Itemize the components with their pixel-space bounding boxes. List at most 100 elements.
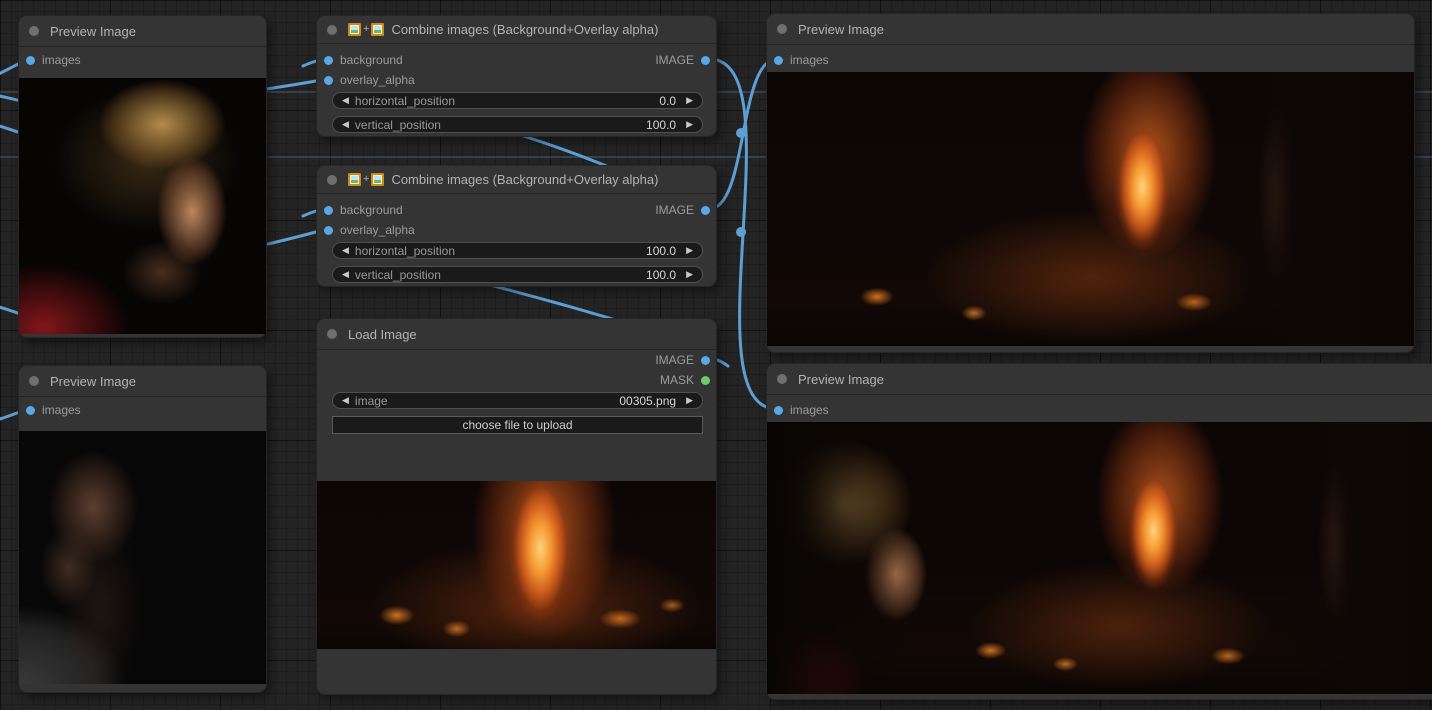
widget-label: image <box>355 394 619 408</box>
decrement-arrow-icon[interactable]: ◀ <box>342 120 349 129</box>
widget-value: 100.0 <box>646 268 676 282</box>
node-status-dot-icon <box>327 25 337 35</box>
input-slot-background: background <box>324 203 403 217</box>
output-slot-dot-icon[interactable] <box>701 56 710 65</box>
node-title: Load Image <box>348 327 417 342</box>
plus-sign: + <box>363 24 369 35</box>
widget-value: 100.0 <box>646 244 676 258</box>
node-title: Preview Image <box>50 374 136 389</box>
node-header[interactable]: Preview Image <box>767 364 1432 395</box>
input-slot-overlay-alpha: overlay_alpha <box>324 223 415 237</box>
input-slot-dot-icon[interactable] <box>324 206 333 215</box>
node-preview-image-bottom-right[interactable]: Preview Image images <box>766 363 1432 700</box>
output-slot-dot-icon[interactable] <box>701 206 710 215</box>
input-slot-images: images <box>774 53 829 67</box>
node-header[interactable]: Preview Image <box>19 16 266 47</box>
output-slot-image: IMAGE <box>655 353 710 367</box>
decrement-arrow-icon[interactable]: ◀ <box>342 270 349 279</box>
node-combine-images-bottom[interactable]: + Combine images (Background+Overlay alp… <box>316 165 717 287</box>
output-slot-mask: MASK <box>660 373 710 387</box>
node-title: Preview Image <box>798 22 884 37</box>
widget-label: vertical_position <box>355 268 646 282</box>
output-slot-dot-icon[interactable] <box>701 356 710 365</box>
widget-value: 00305.png <box>619 394 676 408</box>
link-midpoint-dot <box>736 227 746 237</box>
node-header[interactable]: + Combine images (Background+Overlay alp… <box>317 16 716 44</box>
widget-horizontal-position[interactable]: ◀ horizontal_position 0.0 ▶ <box>332 92 703 109</box>
increment-arrow-icon[interactable]: ▶ <box>686 246 693 255</box>
output-slot-label: IMAGE <box>655 353 694 367</box>
widget-vertical-position[interactable]: ◀ vertical_position 100.0 ▶ <box>332 266 703 283</box>
preview-image-bearded-profile[interactable] <box>19 431 266 684</box>
node-title: Preview Image <box>798 372 884 387</box>
node-preview-image-top-left[interactable]: Preview Image images <box>18 15 267 338</box>
widget-horizontal-position[interactable]: ◀ horizontal_position 100.0 ▶ <box>332 242 703 259</box>
picture-icon <box>348 23 361 36</box>
input-slot-label: images <box>42 53 81 67</box>
input-slot-label: images <box>42 403 81 417</box>
decrement-arrow-icon[interactable]: ◀ <box>342 96 349 105</box>
widget-label: vertical_position <box>355 118 646 132</box>
input-slot-background: background <box>324 53 403 67</box>
input-slot-images: images <box>26 53 81 67</box>
picture-plus-picture-icon: + <box>348 23 384 36</box>
load-image-preview-burning-city[interactable] <box>317 481 716 649</box>
node-status-dot-icon <box>777 374 787 384</box>
node-header[interactable]: Preview Image <box>19 366 266 397</box>
input-slot-dot-icon[interactable] <box>324 76 333 85</box>
link-midpoint-dot <box>736 128 746 138</box>
input-slot-dot-icon[interactable] <box>26 406 35 415</box>
input-slot-dot-icon[interactable] <box>774 56 783 65</box>
node-header[interactable]: Preview Image <box>767 14 1414 45</box>
input-slot-label: background <box>340 203 403 217</box>
choose-file-to-upload-button[interactable]: choose file to upload <box>332 416 703 434</box>
plus-sign: + <box>363 174 369 185</box>
next-arrow-icon[interactable]: ▶ <box>686 396 693 405</box>
input-slot-dot-icon[interactable] <box>774 406 783 415</box>
node-preview-image-top-right[interactable]: Preview Image images <box>766 13 1415 353</box>
node-combine-images-top[interactable]: + Combine images (Background+Overlay alp… <box>316 15 717 137</box>
output-slot-dot-icon[interactable] <box>701 376 710 385</box>
widget-image-filename[interactable]: ◀ image 00305.png ▶ <box>332 392 703 409</box>
increment-arrow-icon[interactable]: ▶ <box>686 96 693 105</box>
output-slot-label: IMAGE <box>655 53 694 67</box>
input-slot-label: images <box>790 403 829 417</box>
preview-image-composite[interactable] <box>767 422 1432 694</box>
node-status-dot-icon <box>327 329 337 339</box>
input-slot-label: background <box>340 53 403 67</box>
node-status-dot-icon <box>29 376 39 386</box>
input-slot-dot-icon[interactable] <box>26 56 35 65</box>
node-status-dot-icon <box>777 24 787 34</box>
previous-arrow-icon[interactable]: ◀ <box>342 396 349 405</box>
widget-label: horizontal_position <box>355 244 646 258</box>
increment-arrow-icon[interactable]: ▶ <box>686 270 693 279</box>
widget-value: 100.0 <box>646 118 676 132</box>
output-slot-image: IMAGE <box>655 53 710 67</box>
node-load-image[interactable]: Load Image IMAGE MASK ◀ image 00305.png … <box>316 318 717 695</box>
increment-arrow-icon[interactable]: ▶ <box>686 120 693 129</box>
decrement-arrow-icon[interactable]: ◀ <box>342 246 349 255</box>
input-slot-overlay-alpha: overlay_alpha <box>324 73 415 87</box>
preview-image-roman-helmet[interactable] <box>19 78 266 334</box>
picture-icon <box>348 173 361 186</box>
input-slot-label: images <box>790 53 829 67</box>
node-preview-image-bottom-left[interactable]: Preview Image images <box>18 365 267 693</box>
node-header[interactable]: Load Image <box>317 319 716 350</box>
node-title: Combine images (Background+Overlay alpha… <box>391 172 658 187</box>
node-status-dot-icon <box>29 26 39 36</box>
input-slot-images: images <box>774 403 829 417</box>
picture-icon <box>371 173 384 186</box>
preview-image-city-and-man[interactable] <box>767 72 1414 346</box>
widget-vertical-position[interactable]: ◀ vertical_position 100.0 ▶ <box>332 116 703 133</box>
input-slot-images: images <box>26 403 81 417</box>
input-slot-label: overlay_alpha <box>340 223 415 237</box>
input-slot-dot-icon[interactable] <box>324 226 333 235</box>
widget-value: 0.0 <box>659 94 676 108</box>
input-slot-label: overlay_alpha <box>340 73 415 87</box>
node-graph-canvas[interactable]: Preview Image images Preview Image image… <box>0 0 1432 710</box>
input-slot-dot-icon[interactable] <box>324 56 333 65</box>
output-slot-image: IMAGE <box>655 203 710 217</box>
node-header[interactable]: + Combine images (Background+Overlay alp… <box>317 166 716 194</box>
output-slot-label: MASK <box>660 373 694 387</box>
node-title: Combine images (Background+Overlay alpha… <box>391 22 658 37</box>
